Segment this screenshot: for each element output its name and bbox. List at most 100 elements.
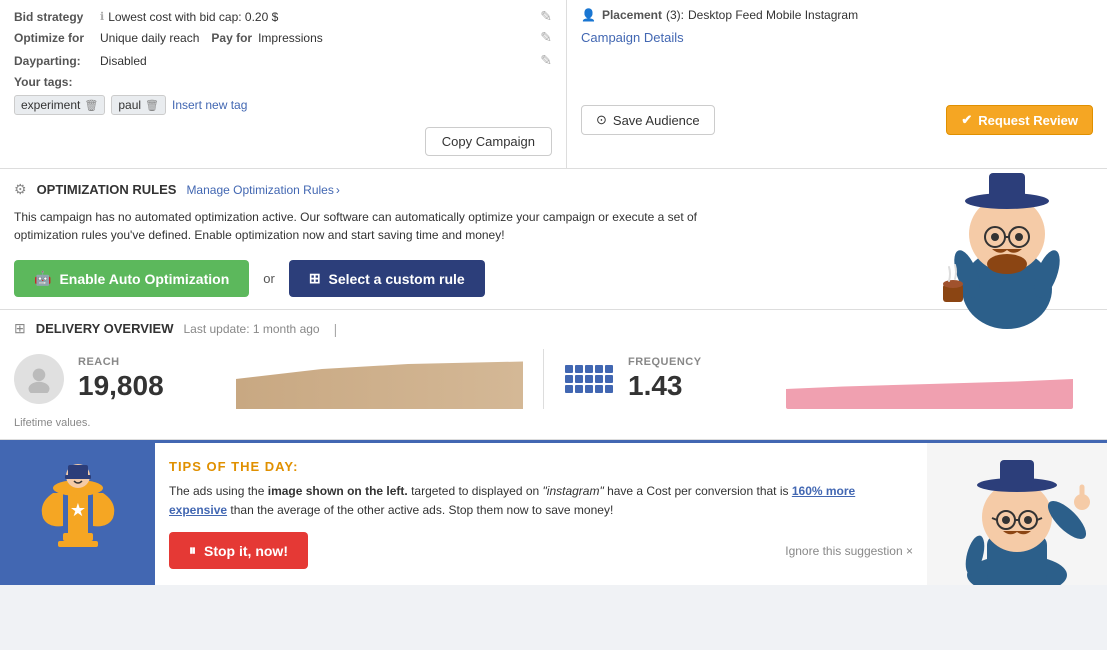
frequency-metric: FREQUENCY 1.43	[543, 349, 1093, 409]
tips-mascot	[927, 443, 1107, 585]
pay-for-value: Impressions	[258, 31, 323, 45]
pause-icon: ⏸	[189, 542, 196, 559]
dot-14	[595, 385, 603, 393]
enable-auto-optimization-button[interactable]: 🤖 Enable Auto Optimization	[14, 260, 249, 297]
select-custom-rule-button[interactable]: ⊞ Select a custom rule	[289, 260, 485, 297]
reach-label: REACH	[78, 356, 222, 368]
tag-experiment: experiment 🗑	[14, 95, 105, 115]
reach-info: REACH 19,808	[78, 356, 222, 402]
right-panel: 👤 Placement (3): Desktop Feed Mobile Ins…	[567, 0, 1107, 168]
opt-rules-title: OPTIMIZATION RULES	[37, 182, 177, 197]
stop-btn-label: Stop it, now!	[204, 543, 288, 559]
frequency-value: 1.43	[628, 370, 772, 402]
optimize-for-label: Optimize for	[14, 31, 94, 45]
chevron-right-icon: ›	[336, 183, 340, 197]
tips-illustration: ★	[13, 458, 143, 568]
dot-9	[595, 375, 603, 383]
reach-value: 19,808	[78, 370, 222, 402]
frequency-chart	[786, 349, 1073, 409]
tips-text: The ads using the image shown on the lef…	[169, 482, 913, 520]
campaign-details-link[interactable]: Campaign Details	[581, 30, 684, 45]
custom-rule-label: Select a custom rule	[329, 271, 465, 287]
dayparting-label: Dayparting:	[14, 54, 94, 68]
copy-campaign-button[interactable]: Copy Campaign	[425, 127, 552, 156]
optimization-rules-section: ⚙ OPTIMIZATION RULES Manage Optimization…	[0, 169, 1107, 310]
last-update: Last update: 1 month ago	[183, 322, 319, 336]
tips-text-after-bold: targeted to displayed on	[408, 484, 543, 498]
delivery-title: DELIVERY OVERVIEW	[36, 321, 174, 336]
placement-icon: 👤	[581, 8, 596, 22]
edit-optimize-icon[interactable]: ✎	[540, 29, 552, 46]
manage-optimization-link[interactable]: Manage Optimization Rules ›	[186, 183, 339, 197]
insert-tag-link[interactable]: Insert new tag	[172, 98, 247, 112]
tips-image: ★	[0, 443, 155, 585]
bid-strategy-label: Bid strategy	[14, 10, 94, 24]
enable-auto-label: Enable Auto Optimization	[59, 271, 229, 287]
placement-row: 👤 Placement (3): Desktop Feed Mobile Ins…	[581, 8, 1093, 22]
dot-11	[565, 385, 573, 393]
mascot-optimization	[917, 159, 1097, 329]
ignore-suggestion-link[interactable]: Ignore this suggestion ×	[785, 544, 913, 558]
reach-chart	[236, 349, 523, 409]
dayparting-row: Dayparting: Disabled ✎	[14, 52, 552, 69]
tags-label: Your tags:	[14, 75, 72, 89]
tag-paul-label: paul	[118, 98, 141, 112]
reach-icon	[14, 354, 64, 404]
reach-metric: REACH 19,808	[14, 349, 543, 409]
dot-8	[585, 375, 593, 383]
mascot-svg	[917, 159, 1097, 329]
opt-description: This campaign has no automated optimizat…	[14, 208, 714, 244]
pay-for-label: Pay for	[211, 31, 252, 45]
right-panel-buttons: ⊙ Save Audience ✔ Request Review	[581, 105, 1093, 135]
frequency-label: FREQUENCY	[628, 356, 772, 368]
tips-text-after-italic: have a Cost per conversion that is	[604, 484, 792, 498]
dot-4	[595, 365, 603, 373]
save-audience-button[interactable]: ⊙ Save Audience	[581, 105, 715, 135]
tags-container: experiment 🗑 paul 🗑 Insert new tag	[14, 95, 552, 115]
save-audience-label: Save Audience	[613, 113, 700, 128]
dot-6	[565, 375, 573, 383]
tag-experiment-remove[interactable]: 🗑	[84, 99, 98, 112]
info-icon: ℹ	[100, 10, 104, 23]
tips-text-bold: image shown on the left.	[268, 484, 408, 498]
left-panel: Bid strategy ℹ Lowest cost with bid cap:…	[0, 0, 567, 168]
tags-row: Your tags:	[14, 75, 552, 89]
manage-optimization-label: Manage Optimization Rules	[186, 183, 333, 197]
custom-rule-icon: ⊞	[309, 270, 321, 287]
frequency-info: FREQUENCY 1.43	[628, 356, 772, 402]
tips-section: ★ TIPS OF THE DAY: The ads using the ima…	[0, 440, 1107, 585]
dot-5	[605, 365, 613, 373]
edit-dayparting-icon[interactable]: ✎	[540, 52, 552, 69]
dot-13	[585, 385, 593, 393]
delivery-icon: ⊞	[14, 320, 26, 337]
request-review-icon: ✔	[961, 112, 972, 128]
metrics-row: REACH 19,808	[14, 349, 1093, 409]
frequency-icon	[564, 354, 614, 404]
reach-chart-bar	[236, 359, 523, 409]
tag-paul-remove[interactable]: 🗑	[145, 99, 159, 112]
stop-now-button[interactable]: ⏸ Stop it, now!	[169, 532, 308, 569]
placement-count: (3):	[666, 8, 684, 22]
save-audience-icon: ⊙	[596, 112, 607, 128]
placement-items: Desktop Feed Mobile Instagram	[688, 8, 858, 22]
svg-text:★: ★	[69, 500, 85, 520]
edit-bid-icon[interactable]: ✎	[540, 8, 552, 25]
bid-strategy-row: Bid strategy ℹ Lowest cost with bid cap:…	[14, 8, 552, 25]
placement-label: Placement	[602, 8, 662, 22]
enable-auto-icon: 🤖	[34, 270, 51, 287]
optimize-for-row: Optimize for Unique daily reach Pay for …	[14, 29, 552, 46]
cursor-icon: |	[334, 321, 338, 337]
tips-image-content: ★	[13, 458, 143, 571]
request-review-button[interactable]: ✔ Request Review	[946, 105, 1093, 135]
optimize-for-value: Unique daily reach	[100, 31, 199, 45]
dot-1	[565, 365, 573, 373]
tips-actions: ⏸ Stop it, now! Ignore this suggestion ×	[169, 532, 913, 569]
tag-paul: paul 🗑	[111, 95, 166, 115]
frequency-chart-bar	[786, 359, 1073, 409]
dot-12	[575, 385, 583, 393]
bid-strategy-value: Lowest cost with bid cap: 0.20 $	[108, 10, 278, 24]
tips-title: TIPS OF THE DAY:	[169, 459, 913, 474]
tips-text-italic: "instagram"	[543, 484, 604, 498]
opt-rules-icon: ⚙	[14, 181, 27, 198]
dot-10	[605, 375, 613, 383]
